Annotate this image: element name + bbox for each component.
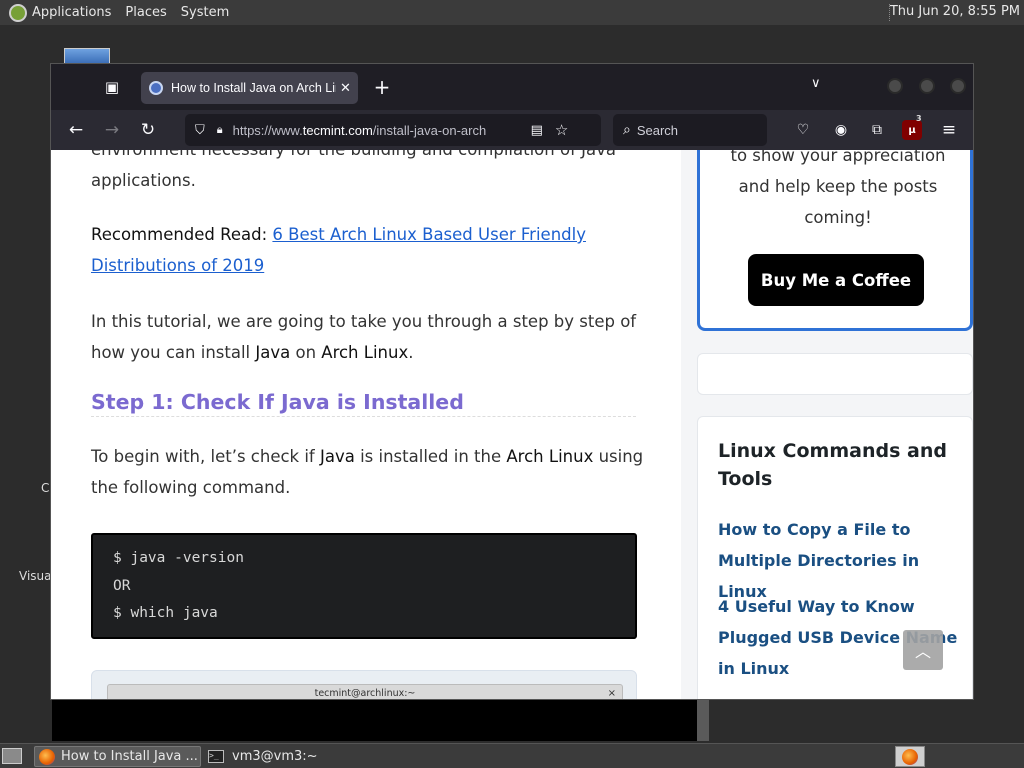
recommended-label: Recommended Read:: [91, 225, 268, 244]
close-window-button[interactable]: [950, 78, 966, 94]
new-tab-icon[interactable]: +: [371, 75, 393, 99]
ublock-origin-icon[interactable]: μ3: [902, 114, 922, 140]
taskbar-button-terminal[interactable]: >_ vm3@vm3:~: [204, 746, 364, 767]
search-placeholder: Search: [636, 122, 679, 138]
distro-logo-icon[interactable]: [9, 3, 27, 22]
article-body: environment necessary for the building a…: [51, 150, 681, 699]
reload-icon[interactable]: ↻: [137, 119, 159, 141]
step-heading: Step 1: Check If Java is Installed: [91, 390, 636, 417]
maximize-button[interactable]: [919, 78, 935, 94]
firefox-icon: [39, 748, 55, 765]
browser-window: ▣ How to Install Java on Arch Linux ✕ + …: [50, 63, 974, 700]
applications-menu[interactable]: Applications: [32, 5, 111, 20]
url-bar[interactable]: ⛉ 🔒︎ https://www.tecmint.com/install-jav…: [185, 114, 601, 146]
firefox-icon: [902, 748, 918, 765]
desktop-icon-label[interactable]: Visua: [19, 569, 52, 583]
donate-text: to show your appreciation and help keep …: [730, 150, 946, 227]
tab-active[interactable]: How to Install Java on Arch Linux ✕: [141, 72, 358, 104]
screenshot-titlebar: tecmint@archlinux:~ ×: [107, 684, 623, 699]
desktop-folder-icon[interactable]: [64, 48, 110, 64]
recommended-link[interactable]: Distributions of 2019: [91, 256, 264, 275]
paragraph: environment necessary for the building a…: [91, 150, 616, 190]
code-line: $ which java: [113, 605, 218, 621]
buy-me-a-coffee-button[interactable]: Buy Me a Coffee: [748, 254, 924, 306]
bottom-panel: How to Install Java ... >_ vm3@vm3:~: [0, 743, 1024, 768]
system-menu[interactable]: System: [181, 5, 229, 20]
terminal-window-background[interactable]: [52, 699, 697, 741]
scroll-to-top-button[interactable]: ︿: [903, 630, 943, 670]
taskbar-button-browser[interactable]: How to Install Java ...: [34, 746, 201, 767]
recommended-read: Recommended Read: 6 Best Arch Linux Base…: [91, 219, 586, 281]
workspace-switcher[interactable]: [895, 746, 925, 767]
reader-view-icon[interactable]: ▤: [531, 123, 543, 138]
paragraph: In this tutorial, we are going to take y…: [91, 312, 637, 362]
paragraph: To begin with, let’s check if Java is in…: [91, 447, 644, 497]
close-tab-icon[interactable]: ✕: [340, 81, 351, 96]
top-panel: Applications Places System Thu Jun 20, 8…: [0, 0, 1024, 25]
back-arrow-icon[interactable]: ←: [65, 119, 87, 141]
tab-list-icon[interactable]: ▣: [101, 76, 123, 98]
page-content: environment necessary for the building a…: [51, 150, 973, 699]
desktop-icon-label[interactable]: C: [41, 481, 49, 495]
donate-box: to show your appreciation and help keep …: [697, 150, 973, 331]
tab-bar: ▣ How to Install Java on Arch Linux ✕ + …: [51, 64, 973, 110]
show-desktop-icon[interactable]: [2, 748, 22, 764]
code-block[interactable]: $ java -version OR $ which java: [91, 533, 637, 639]
tecmint-favicon-icon: [149, 81, 163, 95]
navigation-toolbar: ← → ↻ ⛉ 🔒︎ https://www.tecmint.com/insta…: [51, 110, 973, 150]
terminal-scrollbar[interactable]: [697, 699, 709, 741]
widget-title: Linux Commands and Tools: [718, 440, 947, 490]
article-screenshot: tecmint@archlinux:~ ×: [91, 670, 637, 699]
taskbar-label: How to Install Java ...: [61, 749, 198, 764]
empty-widget: [697, 353, 973, 395]
bookmark-star-icon[interactable]: ☆: [555, 121, 568, 139]
forward-arrow-icon[interactable]: →: [101, 119, 123, 141]
search-input[interactable]: ⌕ Search: [613, 114, 767, 146]
terminal-icon: >_: [208, 750, 224, 763]
code-line: OR: [113, 577, 131, 594]
account-icon[interactable]: ◉: [831, 120, 851, 140]
ublock-badge: 3: [916, 114, 922, 123]
places-menu[interactable]: Places: [125, 5, 166, 20]
code-line: $ java -version: [113, 550, 244, 566]
tracking-protection-icon[interactable]: ⛉: [195, 123, 205, 138]
chevron-down-icon[interactable]: ∨: [811, 76, 821, 91]
tab-title: How to Install Java on Arch Linux: [171, 81, 336, 95]
pocket-icon[interactable]: ♡: [793, 120, 813, 140]
sidebar: to show your appreciation and help keep …: [697, 150, 973, 699]
taskbar-label: vm3@vm3:~: [232, 749, 318, 764]
close-icon: ×: [607, 688, 616, 699]
recommended-link[interactable]: 6 Best Arch Linux Based User Friendly: [272, 225, 586, 244]
url-text[interactable]: https://www.tecmint.com/install-java-on-…: [233, 123, 523, 138]
clock[interactable]: Thu Jun 20, 8:55 PM: [890, 4, 1020, 19]
search-icon: ⌕: [623, 122, 631, 138]
minimize-button[interactable]: [887, 78, 903, 94]
extensions-icon[interactable]: ⧉: [867, 120, 887, 140]
menu-hamburger-icon[interactable]: ≡: [939, 120, 959, 140]
lock-icon[interactable]: 🔒︎: [217, 123, 223, 137]
